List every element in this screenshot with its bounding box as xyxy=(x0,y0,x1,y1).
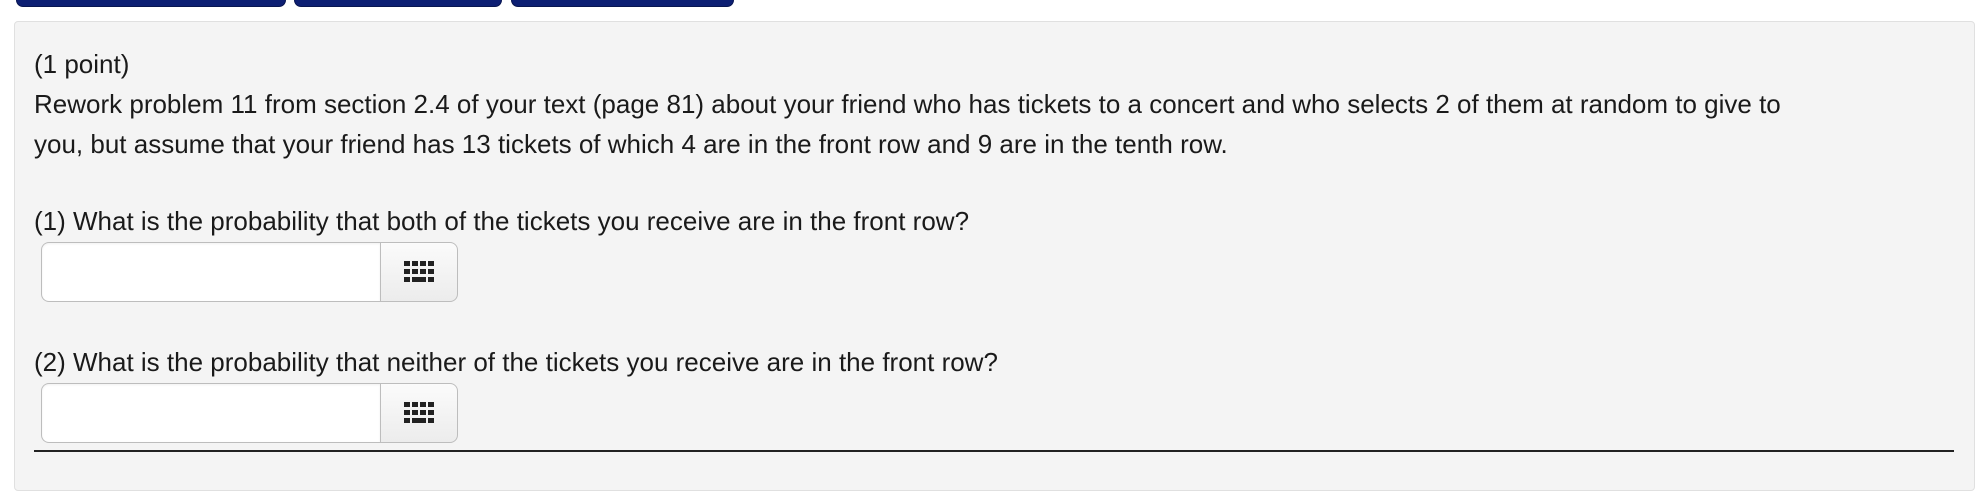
question-2-prompt: (2) What is the probability that neither… xyxy=(34,347,998,377)
top-tab-2[interactable] xyxy=(294,0,502,7)
question-1-answer-input[interactable] xyxy=(41,242,380,302)
question-2-keypad-button[interactable] xyxy=(380,383,458,443)
question-2-answer-group xyxy=(41,383,458,443)
statement-line-1: Rework problem 11 from section 2.4 of yo… xyxy=(34,89,1781,119)
top-tab-3[interactable] xyxy=(511,0,734,7)
keypad-icon xyxy=(404,261,434,282)
problem-statement: (1 point) Rework problem 11 from section… xyxy=(34,44,1964,164)
question-1-keypad-button[interactable] xyxy=(380,242,458,302)
section-divider xyxy=(34,450,1954,452)
point-value: (1 point) xyxy=(34,49,130,79)
keypad-icon xyxy=(404,402,434,423)
question-1-prompt: (1) What is the probability that both of… xyxy=(34,206,970,236)
question-1-answer-group xyxy=(41,242,458,302)
top-navigation-tabs xyxy=(0,0,1986,8)
top-tab-1[interactable] xyxy=(16,0,286,7)
problem-panel: (1 point) Rework problem 11 from section… xyxy=(14,21,1975,491)
statement-line-2: you, but assume that your friend has 13 … xyxy=(34,129,1228,159)
question-2-answer-input[interactable] xyxy=(41,383,380,443)
